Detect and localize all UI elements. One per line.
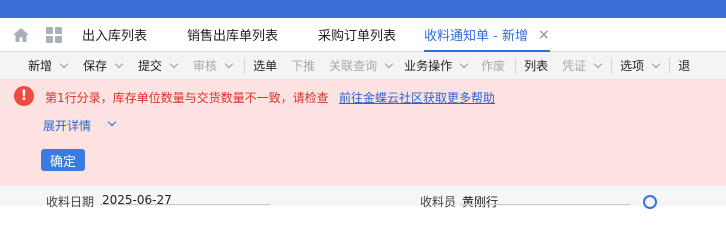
toolbar-divider xyxy=(669,57,671,74)
tab-label: 采购订单列表 xyxy=(318,29,397,44)
related-query-label: 关联查询 xyxy=(329,59,378,73)
chevron-down-icon xyxy=(169,59,179,68)
exit-label: 退 xyxy=(678,59,691,73)
chevron-down-icon xyxy=(114,59,124,68)
home-button[interactable] xyxy=(0,18,42,52)
tab-label: 出入库列表 xyxy=(82,29,148,44)
receiving-org-label: 收料员 xyxy=(420,195,457,209)
audit-label: 审核 xyxy=(193,59,218,73)
exit-button[interactable]: 退 xyxy=(678,52,690,80)
submit-dropdown[interactable]: 提交 xyxy=(138,52,179,80)
related-query-dropdown[interactable]: 关联查询 xyxy=(329,52,394,80)
list-button[interactable]: 列表 xyxy=(524,52,548,80)
error-icon: ! xyxy=(14,86,34,106)
chevron-down-icon xyxy=(459,59,469,68)
tab-sales-outbound-list[interactable]: 销售出库单列表 xyxy=(187,18,278,52)
top-banner-strip xyxy=(0,0,726,18)
receive-date-label: 收料日期 xyxy=(46,195,95,209)
tab-stock-list[interactable]: 出入库列表 xyxy=(82,18,147,52)
chevron-down-icon xyxy=(384,59,394,68)
error-message-text: 第1行分录，库存单位数量与交货数量不一致，请检查 xyxy=(45,91,329,105)
tab-purchase-order-list[interactable]: 采购订单列表 xyxy=(318,18,396,52)
home-icon xyxy=(13,27,29,42)
help-icon[interactable] xyxy=(643,195,657,209)
tab-label: 销售出库单列表 xyxy=(187,29,279,44)
push-down-label: 下推 xyxy=(291,59,316,73)
toolbar-divider xyxy=(515,57,517,74)
cancel-bill-label: 作废 xyxy=(481,59,506,73)
new-label: 新增 xyxy=(28,59,53,73)
select-bill-label: 选单 xyxy=(253,59,278,73)
business-ops-dropdown[interactable]: 业务操作 xyxy=(404,52,469,80)
confirm-button[interactable]: 确定 xyxy=(41,149,85,171)
tab-receipt-notice-new[interactable]: 收料通知单 - 新增 × xyxy=(424,18,550,52)
chevron-down-icon xyxy=(224,59,234,68)
options-dropdown[interactable]: 选项 xyxy=(620,52,661,80)
cancel-bill-button[interactable]: 作废 xyxy=(481,52,505,80)
toolbar-divider xyxy=(244,57,246,74)
receiving-org-field[interactable]: 黄刚行 xyxy=(462,193,498,210)
chevron-down-icon xyxy=(593,59,603,68)
select-bill-button[interactable]: 选单 xyxy=(253,52,277,80)
voucher-dropdown[interactable]: 凭证 xyxy=(562,52,603,80)
tab-close-icon[interactable]: × xyxy=(538,27,550,43)
business-ops-label: 业务操作 xyxy=(404,59,453,73)
submit-label: 提交 xyxy=(138,59,163,73)
chevron-down-icon xyxy=(651,59,661,68)
save-dropdown[interactable]: 保存 xyxy=(83,52,124,80)
action-toolbar: 新增 保存 提交 审核 选单 下推 关联查询 业务操作 作废 列表 凭证 选项 … xyxy=(0,52,726,80)
list-label: 列表 xyxy=(524,59,549,73)
receive-date-underline xyxy=(100,204,270,205)
voucher-label: 凭证 xyxy=(562,59,587,73)
save-label: 保存 xyxy=(83,59,108,73)
new-dropdown[interactable]: 新增 xyxy=(28,52,69,80)
audit-dropdown[interactable]: 审核 xyxy=(193,52,234,80)
grid-icon xyxy=(46,26,62,43)
tab-bar: 出入库列表 销售出库单列表 采购订单列表 收料通知单 - 新增 × xyxy=(0,18,726,52)
receiving-org-underline xyxy=(460,204,630,205)
app-grid-button[interactable] xyxy=(42,18,66,52)
options-label: 选项 xyxy=(620,59,645,73)
expand-details-toggle[interactable]: 展开详情 xyxy=(43,117,91,134)
toolbar-divider xyxy=(611,57,613,74)
tab-label: 收料通知单 - 新增 xyxy=(424,29,529,44)
chevron-down-icon xyxy=(59,59,69,68)
community-help-link[interactable]: 前往金蝶云社区获取更多帮助 xyxy=(339,89,495,106)
push-down-button[interactable]: 下推 xyxy=(291,52,315,80)
